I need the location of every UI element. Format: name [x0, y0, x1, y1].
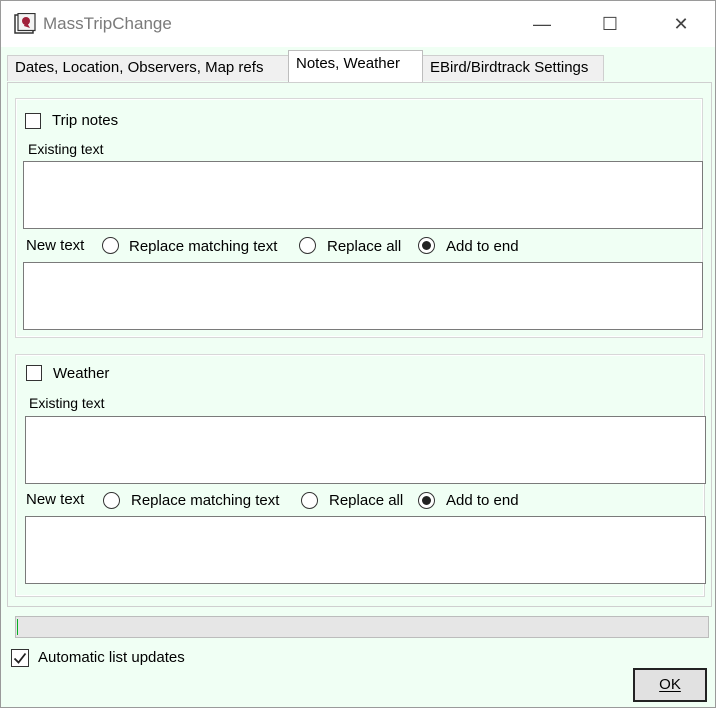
- window-title: MassTripChange: [43, 14, 172, 33]
- weather-add-to-end-radio[interactable]: [418, 492, 435, 509]
- tab-notes-weather[interactable]: Notes, Weather: [288, 50, 423, 82]
- trip-notes-replace-all-radio[interactable]: [299, 237, 316, 254]
- close-icon: ✕: [673, 14, 689, 34]
- weather-label: Weather: [53, 365, 110, 382]
- title-bar: MassTripChange — ☐ ✕: [1, 1, 715, 47]
- trip-notes-checkbox[interactable]: [25, 113, 41, 129]
- trip-notes-existing-textbox[interactable]: [23, 161, 703, 229]
- checkmark-icon: [13, 652, 27, 664]
- weather-replace-all-label[interactable]: Replace all: [329, 492, 403, 509]
- maximize-button[interactable]: ☐: [587, 7, 633, 41]
- close-button[interactable]: ✕: [658, 7, 704, 41]
- trip-notes-replace-all-label[interactable]: Replace all: [327, 238, 401, 255]
- trip-notes-existing-label: Existing text: [28, 141, 104, 157]
- ok-button-label: OK: [659, 676, 681, 693]
- trip-notes-add-to-end-radio[interactable]: [418, 237, 435, 254]
- weather-new-textbox[interactable]: [25, 516, 706, 584]
- trip-notes-replace-matching-label[interactable]: Replace matching text: [129, 238, 277, 255]
- weather-replace-matching-label[interactable]: Replace matching text: [131, 492, 279, 509]
- weather-replace-all-radio[interactable]: [301, 492, 318, 509]
- weather-group: Weather Existing text New text Replace m…: [15, 354, 706, 597]
- weather-add-to-end-label[interactable]: Add to end: [446, 492, 519, 509]
- progress-bar: [15, 616, 709, 638]
- ok-button[interactable]: OK: [633, 668, 707, 702]
- trip-notes-label: Trip notes: [52, 112, 119, 129]
- weather-existing-textbox[interactable]: [25, 416, 706, 484]
- trip-notes-group: Trip notes Existing text New text Replac…: [15, 98, 703, 338]
- automatic-list-updates-label: Automatic list updates: [38, 649, 185, 666]
- weather-new-label: New text: [26, 491, 85, 508]
- tab-strip: Dates, Location, Observers, Map refs Not…: [1, 47, 715, 83]
- trip-notes-add-to-end-label[interactable]: Add to end: [446, 238, 519, 255]
- tab-dates-location[interactable]: Dates, Location, Observers, Map refs: [7, 55, 289, 81]
- minimize-button[interactable]: —: [519, 7, 565, 41]
- maximize-icon: ☐: [601, 14, 619, 34]
- trip-notes-replace-matching-radio[interactable]: [102, 237, 119, 254]
- trip-notes-new-textbox[interactable]: [23, 262, 703, 330]
- automatic-list-updates-checkbox[interactable]: [11, 649, 29, 667]
- minimize-icon: —: [533, 14, 551, 34]
- trip-notes-new-label: New text: [26, 237, 85, 254]
- weather-replace-matching-radio[interactable]: [103, 492, 120, 509]
- masstripchange-window: MassTripChange — ☐ ✕ Dates, Location, Ob…: [0, 0, 716, 708]
- weather-checkbox[interactable]: [26, 365, 42, 381]
- tab-ebird-birdtrack[interactable]: EBird/Birdtrack Settings: [422, 55, 604, 81]
- progress-fill: [17, 619, 18, 635]
- weather-existing-label: Existing text: [29, 395, 105, 411]
- app-icon: [14, 13, 36, 34]
- notes-weather-page: Trip notes Existing text New text Replac…: [7, 82, 712, 607]
